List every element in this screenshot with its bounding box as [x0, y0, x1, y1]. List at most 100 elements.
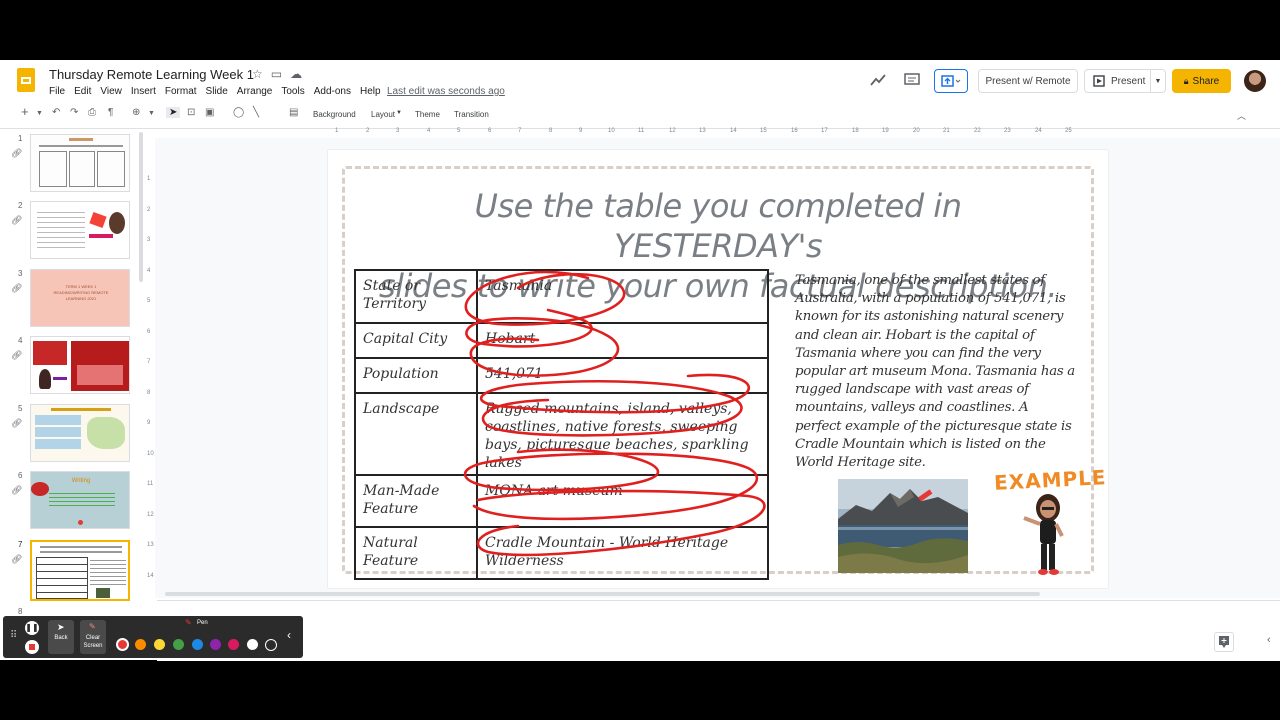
slide-thumbnail-6[interactable]: Writing: [30, 471, 130, 529]
zoom-dropdown-icon[interactable]: ▼: [148, 110, 155, 117]
new-slide-dropdown-icon[interactable]: ▼: [36, 110, 43, 117]
redo-icon[interactable]: ↷: [70, 107, 78, 118]
ruler-mark: 22: [974, 128, 981, 134]
select-tool-icon[interactable]: ➤: [166, 107, 181, 118]
color-white[interactable]: [247, 639, 258, 650]
slide-thumbnail-3[interactable]: TERM 1 WEEK 1 READING/WRITING REMOTE LEA…: [30, 269, 130, 327]
menu-edit[interactable]: Edit: [74, 86, 91, 97]
document-title[interactable]: Thursday Remote Learning Week 1: [49, 67, 254, 82]
bitmoji-avatar: [1023, 494, 1064, 575]
cloud-saved-icon[interactable]: ☁: [290, 67, 302, 81]
stop-recording-button[interactable]: [25, 640, 39, 654]
table-value: Rugged mountains, island, valleys, coast…: [476, 392, 769, 476]
factual-description[interactable]: Tasmania, one of the smallest states of …: [795, 272, 1077, 472]
layout-dropdown-icon[interactable]: ▼: [396, 110, 402, 116]
vertical-ruler: 1 2 3 4 5 6 7 8 9 10 11 12 13 14: [147, 150, 155, 590]
menu-file[interactable]: File: [49, 86, 65, 97]
transition-button[interactable]: Transition: [454, 110, 489, 119]
menu-view[interactable]: View: [100, 86, 122, 97]
link-icon: 🔗︎: [11, 148, 23, 158]
undo-icon[interactable]: ↶: [52, 107, 60, 118]
slide-thumbnail-5[interactable]: [30, 404, 130, 462]
explore-button[interactable]: [1214, 632, 1234, 652]
menu-tools[interactable]: Tools: [281, 86, 304, 97]
ruler-mark: 6: [147, 329, 151, 335]
present-button[interactable]: Present ▼: [1084, 69, 1166, 93]
ruler-mark: 8: [549, 128, 553, 134]
slide-number: 6: [18, 471, 23, 480]
color-orange[interactable]: [135, 639, 146, 650]
collapse-toolbar-icon[interactable]: ︿: [1237, 109, 1246, 122]
menu-help[interactable]: Help: [360, 86, 381, 97]
slide-thumbnail-7[interactable]: [30, 540, 130, 601]
color-yellow[interactable]: [154, 639, 165, 650]
layout-button[interactable]: Layout: [371, 110, 395, 119]
move-folder-icon[interactable]: ▭: [271, 67, 282, 81]
present-with-remote-button[interactable]: Present w/ Remote: [978, 69, 1078, 93]
table-key: Landscape: [354, 392, 478, 476]
color-black[interactable]: [265, 639, 277, 651]
print-icon[interactable]: ⎙: [88, 107, 96, 118]
account-avatar[interactable]: [1244, 70, 1266, 92]
meet-present-button[interactable]: [934, 69, 968, 93]
present-label: Present: [1111, 75, 1146, 87]
add-comment-icon[interactable]: ▤: [289, 107, 298, 118]
ruler-mark: 5: [147, 298, 151, 304]
ruler-mark: 6: [488, 128, 492, 134]
slide-number: 3: [18, 269, 23, 278]
side-panel-toggle-icon[interactable]: ‹: [1267, 634, 1271, 646]
new-slide-icon[interactable]: +: [21, 104, 29, 119]
drag-handle-icon[interactable]: ⠿: [10, 630, 17, 641]
ruler-mark: 14: [147, 573, 154, 579]
clear-screen-label: Clear Screen: [83, 635, 103, 649]
ruler-mark: 13: [699, 128, 706, 134]
slide-number: 7: [18, 540, 23, 549]
color-green[interactable]: [173, 639, 184, 650]
share-button[interactable]: 🔒︎ Share: [1172, 69, 1231, 93]
present-dropdown-icon[interactable]: ▼: [1150, 70, 1165, 92]
zoom-icon[interactable]: ⊕: [132, 107, 140, 118]
slides-logo-icon[interactable]: [17, 68, 35, 92]
color-pink[interactable]: [228, 639, 239, 650]
star-icon[interactable]: ☆: [252, 67, 263, 81]
ruler-mark: 9: [579, 128, 583, 134]
back-label: Back: [54, 635, 68, 641]
link-icon: 🔗︎: [11, 215, 23, 225]
back-button[interactable]: ➤ Back: [48, 620, 74, 654]
image-icon[interactable]: ▣: [205, 107, 214, 118]
theme-button[interactable]: Theme: [415, 110, 440, 119]
menu-slide[interactable]: Slide: [206, 86, 228, 97]
fact-table[interactable]: State or Territory Tasmania Capital City H…: [354, 269, 769, 580]
activity-trend-icon[interactable]: [870, 73, 886, 87]
cradle-mountain-photo[interactable]: [838, 479, 968, 573]
filmstrip-scrollbar[interactable]: [139, 132, 143, 282]
ruler-mark: 24: [1035, 128, 1042, 134]
shape-icon[interactable]: ◯: [233, 107, 244, 118]
menu-addons[interactable]: Add-ons: [314, 86, 351, 97]
text-box-icon[interactable]: ⊡: [187, 107, 195, 118]
canvas-horizontal-scrollbar[interactable]: [165, 592, 1040, 596]
paint-format-icon[interactable]: ¶: [108, 107, 113, 118]
background-button[interactable]: Background: [313, 110, 356, 119]
slide-thumbnail-4[interactable]: [30, 336, 130, 394]
clear-screen-button[interactable]: ✎ Clear Screen: [80, 620, 106, 654]
slide-thumbnail-2[interactable]: [30, 201, 130, 259]
line-icon[interactable]: ╲: [253, 107, 259, 118]
speaker-notes-area[interactable]: [157, 600, 1280, 661]
slide-thumbnail-1[interactable]: [30, 134, 130, 192]
ruler-mark: 23: [1004, 128, 1011, 134]
color-red[interactable]: [116, 638, 129, 651]
add-comment-icon: [1219, 636, 1229, 648]
menu-insert[interactable]: Insert: [131, 86, 156, 97]
collapse-pen-toolbar-icon[interactable]: ‹: [287, 628, 291, 642]
last-edit-link[interactable]: Last edit was seconds ago: [387, 86, 505, 97]
comments-icon[interactable]: [904, 73, 920, 87]
menu-arrange[interactable]: Arrange: [237, 86, 273, 97]
current-slide[interactable]: Use the table you completed in YESTERDAY…: [328, 150, 1108, 588]
slide3-title-text: TERM 1 WEEK 1 READING/WRITING REMOTE LEA…: [53, 284, 109, 301]
color-blue[interactable]: [192, 639, 203, 650]
menu-format[interactable]: Format: [165, 86, 197, 97]
slide-title-line-1: Use the table you completed in YESTERDAY…: [474, 187, 962, 265]
pause-icon[interactable]: ❚❚: [25, 621, 39, 635]
color-purple[interactable]: [210, 639, 221, 650]
